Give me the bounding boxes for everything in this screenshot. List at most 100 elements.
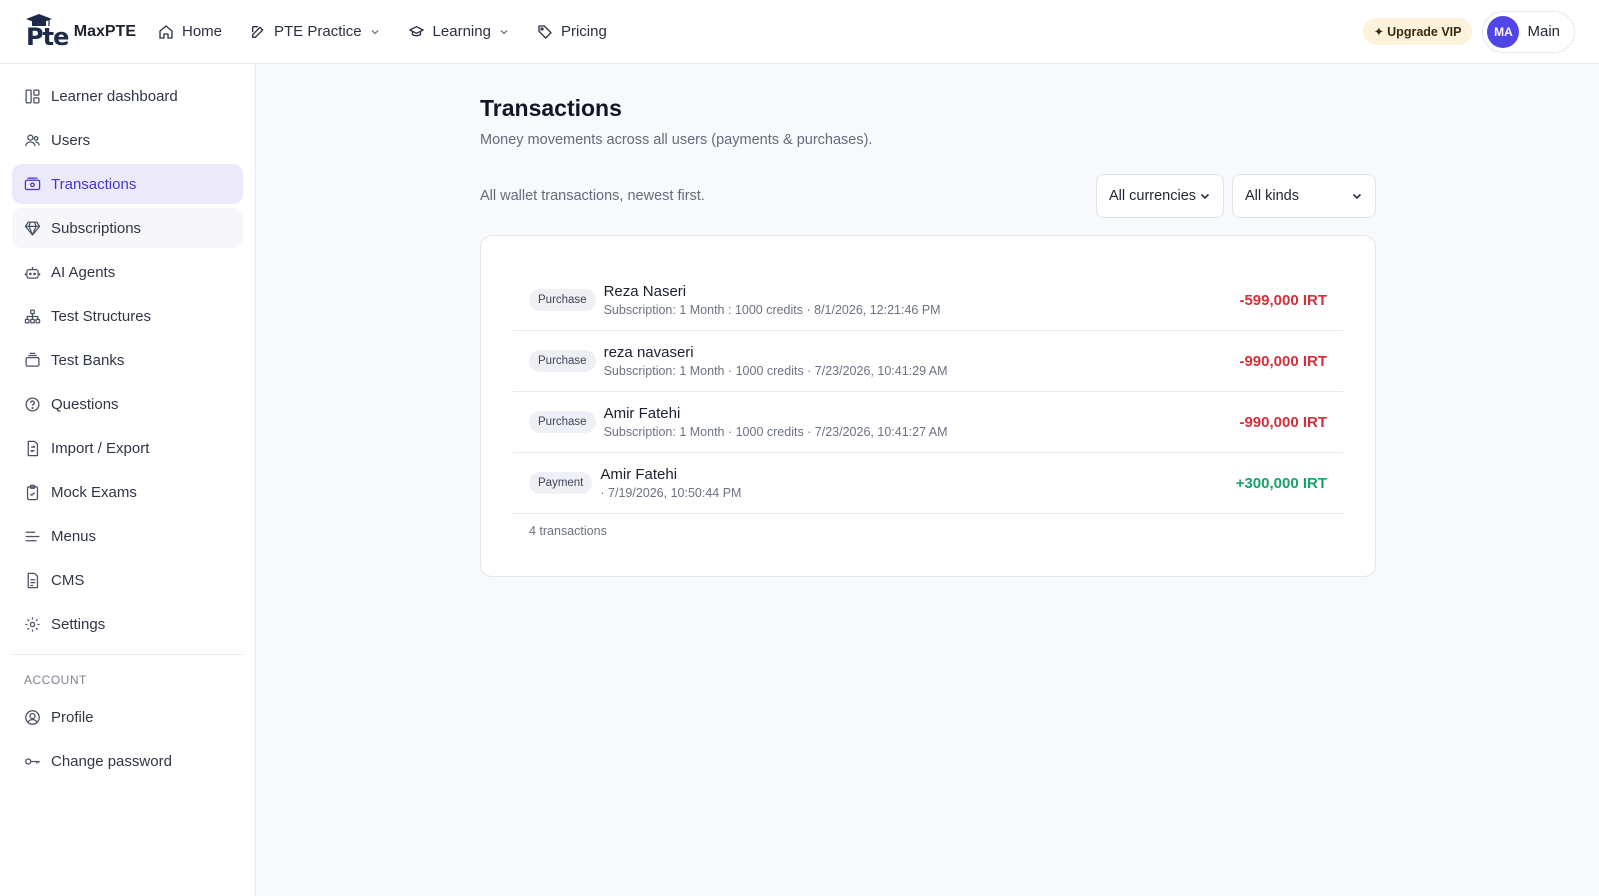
sidebar-item-label: Learner dashboard	[51, 87, 178, 105]
sidebar: Learner dashboard Users Transactions Sub…	[0, 64, 256, 896]
user-menu[interactable]: MA Main	[1482, 10, 1575, 53]
sparkle-icon: ✦	[1373, 25, 1385, 39]
kind-select[interactable]: All kinds	[1232, 174, 1376, 218]
transaction-user: reza navaseri	[603, 343, 694, 361]
sidebar-item-test-structures[interactable]: Test Structures	[12, 296, 243, 336]
nav-pte-practice-label: PTE Practice	[274, 23, 362, 40]
upgrade-vip-button[interactable]: ✦ Upgrade VIP	[1362, 18, 1473, 45]
sidebar-item-menus[interactable]: Menus	[12, 516, 243, 556]
sidebar-item-label: Mock Exams	[51, 483, 137, 501]
sidebar-item-ai-agents[interactable]: AI Agents	[12, 252, 243, 292]
table-row[interactable]: Payment Amir Fatehi · 7/19/2026, 10:50:4…	[513, 453, 1343, 514]
banknote-icon	[24, 176, 41, 190]
gear-icon	[25, 616, 40, 632]
filter-toolbar: All wallet transactions, newest first. A…	[480, 174, 1376, 218]
transaction-user: Amir Fatehi	[600, 465, 678, 483]
brand[interactable]: Pte MaxPTE	[24, 13, 136, 51]
page-subtitle: Money movements across all users (paymen…	[480, 132, 873, 148]
transaction-info: reza navaseri Subscription: 1 Month · 10…	[604, 344, 1240, 379]
sidebar-item-label: Test Structures	[51, 307, 152, 325]
archive-icon	[25, 352, 40, 367]
sidebar-item-label: Settings	[51, 615, 106, 633]
header-actions: ✦ Upgrade VIP MA Main	[1362, 10, 1575, 53]
sidebar-item-label: Menus	[51, 527, 97, 545]
top-bar: Pte MaxPTE Home PTE Practice Learning Pr…	[0, 0, 1599, 64]
transaction-user: Amir Fatehi	[603, 404, 681, 422]
logo-text: Pte	[26, 22, 69, 51]
table-row[interactable]: Purchase reza navaseri Subscription: 1 M…	[513, 331, 1343, 392]
nav-pricing[interactable]: Pricing	[537, 23, 607, 40]
kind-select-value: All kinds	[1245, 188, 1299, 204]
nav-learning-label: Learning	[432, 23, 491, 40]
transaction-info: Reza Naseri Subscription: 1 Month : 1000…	[604, 283, 1240, 318]
sidebar-divider	[12, 654, 243, 655]
sidebar-item-import-export[interactable]: Import / Export	[12, 428, 243, 468]
clipboard-check-icon	[26, 484, 39, 500]
transaction-meta: Subscription: 1 Month : 1000 credits · 8…	[603, 302, 941, 317]
transaction-amount: -990,000 IRT	[1239, 413, 1327, 431]
transactions-card: Purchase Reza Naseri Subscription: 1 Mon…	[480, 235, 1376, 577]
sidebar-item-test-banks[interactable]: Test Banks	[12, 340, 243, 380]
sidebar-item-label: Transactions	[51, 175, 137, 193]
sidebar-item-label: Profile	[51, 708, 94, 726]
user-name: Main	[1527, 23, 1560, 40]
currency-select[interactable]: All currencies	[1096, 174, 1224, 218]
sidebar-item-profile[interactable]: Profile	[12, 697, 243, 737]
sidebar-item-label: Change password	[51, 752, 172, 770]
transaction-info: Amir Fatehi · 7/19/2026, 10:50:44 PM	[600, 466, 1235, 501]
transaction-meta: · 7/19/2026, 10:50:44 PM	[600, 485, 742, 500]
sidebar-item-mock-exams[interactable]: Mock Exams	[12, 472, 243, 512]
file-transfer-icon	[27, 440, 39, 456]
nav-home-label: Home	[182, 23, 223, 40]
logo: Pte	[24, 13, 69, 51]
sidebar-item-label: Subscriptions	[51, 219, 142, 237]
sidebar-item-label: Questions	[51, 395, 119, 413]
page-title: Transactions	[480, 95, 622, 121]
sidebar-item-label: AI Agents	[51, 263, 116, 281]
sidebar-section-account: ACCOUNT	[24, 673, 87, 687]
page-content: Transactions Money movements across all …	[480, 88, 1376, 577]
kind-badge: Purchase	[529, 411, 596, 433]
table-row[interactable]: Purchase Reza Naseri Subscription: 1 Mon…	[513, 270, 1343, 331]
chevron-down-icon	[1200, 193, 1210, 200]
upgrade-vip-label: Upgrade VIP	[1387, 24, 1462, 39]
sidebar-item-change-password[interactable]: Change password	[12, 741, 243, 781]
chevron-down-icon	[1352, 193, 1362, 200]
transaction-amount: -599,000 IRT	[1239, 291, 1327, 309]
kind-badge: Purchase	[529, 350, 596, 372]
sidebar-item-subscriptions[interactable]: Subscriptions	[12, 208, 243, 248]
file-text-icon	[27, 572, 39, 588]
dashboard-icon	[25, 88, 40, 104]
kind-badge: Purchase	[529, 289, 596, 311]
home-icon	[159, 24, 173, 39]
transaction-meta: Subscription: 1 Month · 1000 credits · 7…	[603, 363, 948, 378]
bot-icon	[24, 266, 41, 279]
sidebar-item-label: Users	[51, 131, 91, 149]
nav-learning[interactable]: Learning	[408, 23, 509, 40]
sidebar-item-cms[interactable]: CMS	[12, 560, 243, 600]
list-description: All wallet transactions, newest first.	[480, 188, 705, 204]
sidebar-item-transactions[interactable]: Transactions	[12, 164, 243, 204]
sidebar-item-questions[interactable]: Questions	[12, 384, 243, 424]
main-nav: Home PTE Practice Learning Pricing	[158, 23, 635, 40]
nav-pricing-label: Pricing	[560, 23, 607, 40]
sidebar-item-users[interactable]: Users	[12, 120, 243, 160]
kind-badge: Payment	[529, 472, 593, 494]
chevron-down-icon	[500, 29, 508, 35]
currency-select-value: All currencies	[1109, 188, 1197, 204]
avatar: MA	[1487, 15, 1520, 48]
sidebar-item-settings[interactable]: Settings	[12, 604, 243, 644]
sidebar-item-label: Test Banks	[51, 351, 125, 369]
graduation-cap-icon	[408, 25, 424, 36]
menu-lines-icon	[25, 531, 40, 541]
transaction-amount: +300,000 IRT	[1235, 474, 1327, 492]
transaction-info: Amir Fatehi Subscription: 1 Month · 1000…	[604, 405, 1240, 440]
nav-pte-practice[interactable]: PTE Practice	[250, 23, 380, 40]
users-icon	[25, 134, 40, 146]
table-row[interactable]: Purchase Amir Fatehi Subscription: 1 Mon…	[513, 392, 1343, 453]
sidebar-item-label: CMS	[51, 571, 85, 589]
nav-home[interactable]: Home	[158, 23, 222, 40]
sidebar-item-learner-dashboard[interactable]: Learner dashboard	[12, 76, 243, 116]
transaction-meta: Subscription: 1 Month · 1000 credits · 7…	[603, 424, 948, 439]
transactions-count: 4 transactions	[529, 524, 607, 538]
